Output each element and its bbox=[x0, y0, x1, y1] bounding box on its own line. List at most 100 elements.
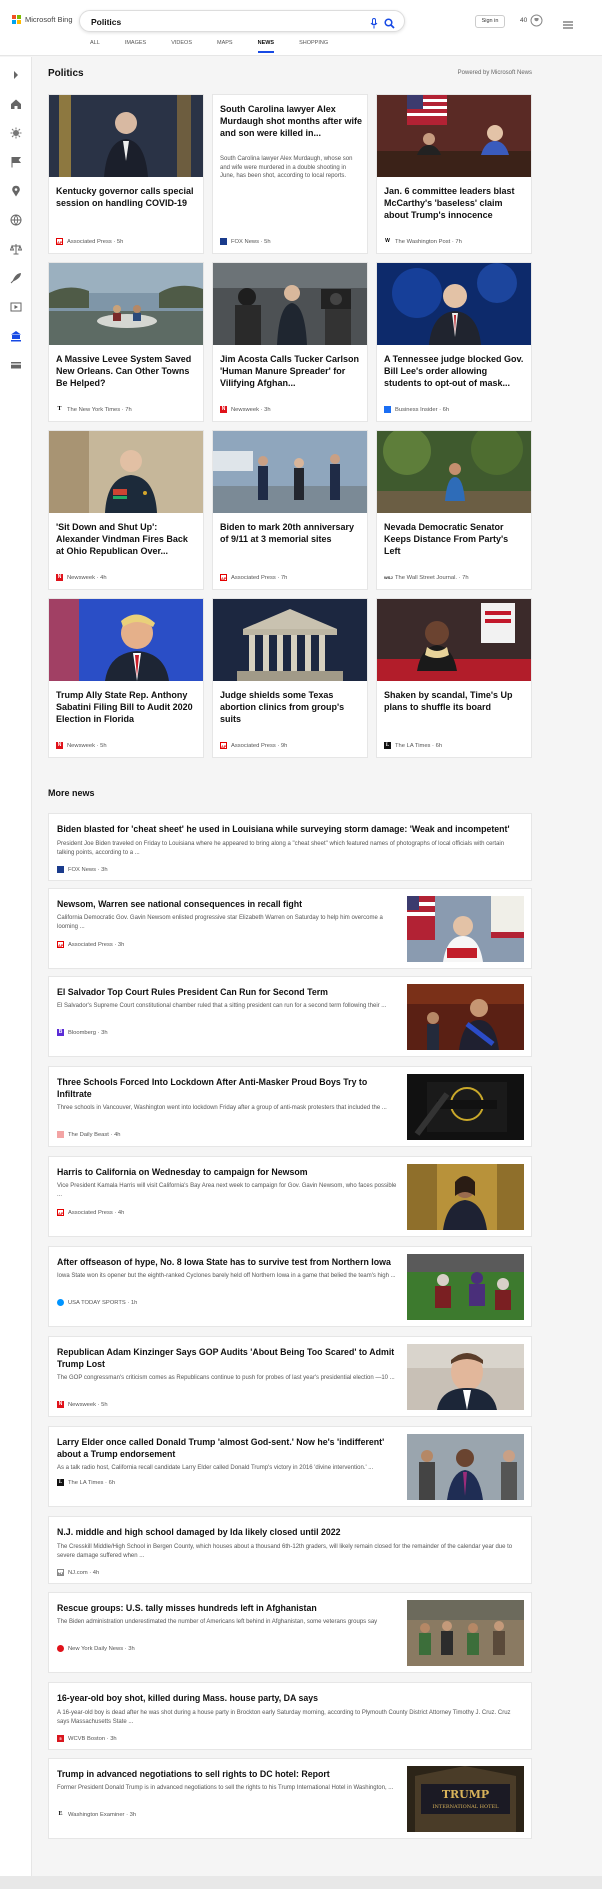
news-title[interactable]: El Salvador Top Court Rules President Ca… bbox=[57, 986, 397, 998]
list-item[interactable]: Harris to California on Wednesday to cam… bbox=[48, 1156, 532, 1237]
list-item[interactable]: Republican Adam Kinzinger Says GOP Audit… bbox=[48, 1336, 532, 1417]
news-card[interactable]: A Tennessee judge blocked Gov. Bill Lee'… bbox=[376, 262, 532, 422]
card-source: W The Washington Post · 7h bbox=[384, 238, 462, 245]
search-box[interactable]: Politics bbox=[79, 10, 405, 32]
home-icon[interactable] bbox=[10, 98, 22, 110]
news-snippet: The Cresskill Middle/High School in Berg… bbox=[57, 1544, 513, 1559]
location-pin-icon[interactable] bbox=[10, 185, 22, 197]
search-input[interactable]: Politics bbox=[91, 17, 121, 27]
news-thumbnail bbox=[407, 984, 524, 1050]
news-title[interactable]: Newsom, Warren see national consequences… bbox=[57, 898, 397, 910]
bing-logo[interactable]: Microsoft Bing bbox=[12, 15, 73, 24]
news-title[interactable]: Republican Adam Kinzinger Says GOP Audit… bbox=[57, 1346, 397, 1370]
news-thumbnail: TRUMP INTERNATIONAL HOTEL bbox=[407, 1766, 524, 1832]
news-snippet: The Biden administration underestimated … bbox=[57, 1619, 378, 1625]
list-item[interactable]: El Salvador Top Court Rules President Ca… bbox=[48, 976, 532, 1057]
list-item[interactable]: Larry Elder once called Donald Trump 'al… bbox=[48, 1426, 532, 1507]
news-snippet: Vice President Kamala Harris will visit … bbox=[57, 1183, 397, 1198]
hotel-sign-text: TRUMP bbox=[442, 1788, 489, 1801]
tab-maps[interactable]: MAPS bbox=[217, 40, 233, 53]
card-image bbox=[377, 431, 531, 513]
card-title[interactable]: Kentucky governor calls special session … bbox=[56, 185, 198, 209]
news-card[interactable]: Kentucky governor calls special session … bbox=[48, 94, 204, 254]
news-card[interactable]: Biden to mark 20th anniversary of 9/11 a… bbox=[212, 430, 368, 590]
card-title[interactable]: South Carolina lawyer Alex Murdaugh shot… bbox=[220, 103, 362, 139]
search-icon[interactable] bbox=[384, 16, 395, 34]
tab-videos[interactable]: VIDEOS bbox=[171, 40, 192, 53]
news-card[interactable]: 'Sit Down and Shut Up': Alexander Vindma… bbox=[48, 430, 204, 590]
ap-logo-icon: AP bbox=[57, 1209, 64, 1216]
card-title[interactable]: Judge shields some Texas abortion clinic… bbox=[220, 689, 362, 725]
bank-icon[interactable] bbox=[10, 330, 22, 342]
globe-icon[interactable] bbox=[10, 214, 22, 226]
card-title[interactable]: Jan. 6 committee leaders blast McCarthy'… bbox=[384, 185, 526, 221]
news-card[interactable]: Shaken by scandal, Time's Up plans to sh… bbox=[376, 598, 532, 758]
news-title[interactable]: N.J. middle and high school damaged by I… bbox=[57, 1526, 525, 1538]
news-card[interactable]: A Massive Levee System Saved New Orleans… bbox=[48, 262, 204, 422]
tab-shopping[interactable]: SHOPPING bbox=[299, 40, 328, 53]
card-source: L The LA Times · 6h bbox=[384, 742, 442, 749]
news-title[interactable]: Larry Elder once called Donald Trump 'al… bbox=[57, 1436, 397, 1460]
card-image bbox=[377, 599, 531, 681]
politics-scales-icon[interactable] bbox=[10, 243, 22, 255]
news-source: AP Associated Press · 3h bbox=[57, 941, 124, 948]
news-thumbnail bbox=[407, 1074, 524, 1140]
list-item[interactable]: Trump in advanced negotiations to sell r… bbox=[48, 1758, 532, 1839]
card-title[interactable]: Biden to mark 20th anniversary of 9/11 a… bbox=[220, 521, 362, 545]
list-item[interactable]: Rescue groups: U.S. tally misses hundred… bbox=[48, 1592, 532, 1673]
news-snippet: As a talk radio host, California recall … bbox=[57, 1465, 374, 1471]
news-card[interactable]: Jim Acosta Calls Tucker Carlson 'Human M… bbox=[212, 262, 368, 422]
news-title[interactable]: Harris to California on Wednesday to cam… bbox=[57, 1166, 397, 1178]
tab-news[interactable]: NEWS bbox=[257, 40, 275, 53]
fox-news-logo-icon bbox=[220, 238, 227, 245]
card-title[interactable]: A Tennessee judge blocked Gov. Bill Lee'… bbox=[384, 353, 526, 389]
list-item[interactable]: N.J. middle and high school damaged by I… bbox=[48, 1516, 532, 1584]
newsweek-logo-icon: N bbox=[57, 1401, 64, 1408]
microphone-icon[interactable] bbox=[370, 16, 378, 34]
news-title[interactable]: After offseason of hype, No. 8 Iowa Stat… bbox=[57, 1256, 397, 1268]
rocket-icon[interactable] bbox=[10, 272, 22, 284]
source-label: FOX News · 3h bbox=[68, 866, 108, 873]
news-source: E Washington Examiner · 3h bbox=[57, 1811, 136, 1818]
sign-in-button[interactable]: Sign in bbox=[475, 15, 505, 28]
card-title[interactable]: Shaken by scandal, Time's Up plans to sh… bbox=[384, 689, 526, 713]
card-title[interactable]: 'Sit Down and Shut Up': Alexander Vindma… bbox=[56, 521, 198, 557]
news-title[interactable]: Trump in advanced negotiations to sell r… bbox=[57, 1768, 397, 1780]
list-item[interactable]: 16-year-old boy shot, killed during Mass… bbox=[48, 1682, 532, 1750]
source-label: The Daily Beast · 4h bbox=[68, 1131, 121, 1138]
news-title[interactable]: 16-year-old boy shot, killed during Mass… bbox=[57, 1692, 525, 1704]
list-item[interactable]: Three Schools Forced Into Lockdown After… bbox=[48, 1066, 532, 1147]
card-title[interactable]: A Massive Levee System Saved New Orleans… bbox=[56, 353, 198, 389]
card-title[interactable]: Jim Acosta Calls Tucker Carlson 'Human M… bbox=[220, 353, 362, 389]
tab-images[interactable]: IMAGES bbox=[125, 40, 146, 53]
expand-icon[interactable] bbox=[10, 69, 22, 81]
news-title[interactable]: Rescue groups: U.S. tally misses hundred… bbox=[57, 1602, 397, 1614]
list-item[interactable]: Biden blasted for 'cheat sheet' he used … bbox=[48, 813, 532, 881]
news-title[interactable]: Biden blasted for 'cheat sheet' he used … bbox=[57, 823, 525, 835]
list-item[interactable]: Newsom, Warren see national consequences… bbox=[48, 888, 532, 969]
news-snippet: Iowa State won its opener but the eighth… bbox=[57, 1273, 396, 1279]
news-card[interactable]: Judge shields some Texas abortion clinic… bbox=[212, 598, 368, 758]
rewards-button[interactable]: 40 bbox=[520, 14, 543, 27]
news-card[interactable]: Jan. 6 committee leaders blast McCarthy'… bbox=[376, 94, 532, 254]
news-title[interactable]: Three Schools Forced Into Lockdown After… bbox=[57, 1076, 397, 1100]
ap-logo-icon: AP bbox=[56, 238, 63, 245]
card-image bbox=[377, 95, 531, 177]
coronavirus-icon[interactable] bbox=[10, 127, 22, 139]
hamburger-menu-icon[interactable] bbox=[563, 16, 573, 34]
powered-by-label[interactable]: Powered by Microsoft News bbox=[458, 70, 532, 76]
card-title[interactable]: Trump Ally State Rep. Anthony Sabatini F… bbox=[56, 689, 198, 725]
card-source: N Newsweek · 4h bbox=[56, 574, 107, 581]
list-item[interactable]: After offseason of hype, No. 8 Iowa Stat… bbox=[48, 1246, 532, 1327]
news-card[interactable]: South Carolina lawyer Alex Murdaugh shot… bbox=[212, 94, 368, 254]
la-times-logo-icon: L bbox=[384, 742, 391, 749]
card-title[interactable]: Nevada Democratic Senator Keeps Distance… bbox=[384, 521, 526, 557]
news-card[interactable]: Nevada Democratic Senator Keeps Distance… bbox=[376, 430, 532, 590]
tab-all[interactable]: ALL bbox=[90, 40, 100, 53]
flag-icon[interactable] bbox=[10, 156, 22, 168]
section-title: Politics bbox=[48, 68, 84, 79]
card-icon[interactable] bbox=[10, 359, 22, 371]
more-news-title: More news bbox=[48, 788, 95, 798]
entertainment-icon[interactable] bbox=[10, 301, 22, 313]
news-card[interactable]: Trump Ally State Rep. Anthony Sabatini F… bbox=[48, 598, 204, 758]
